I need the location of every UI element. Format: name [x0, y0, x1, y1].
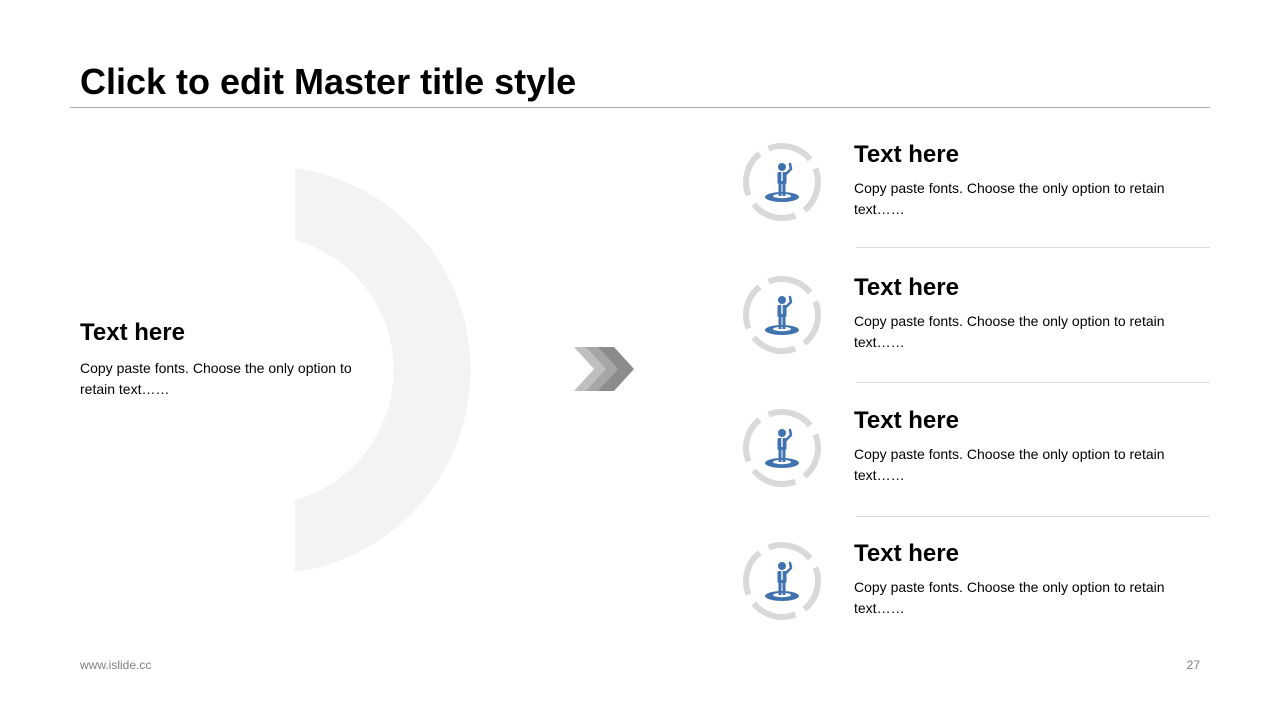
item-text: Text here Copy paste fonts. Choose the o… — [854, 140, 1194, 220]
person-icon — [743, 409, 821, 487]
left-body: Copy paste fonts. Choose the only option… — [80, 360, 352, 397]
item-text: Text here Copy paste fonts. Choose the o… — [854, 406, 1194, 486]
list-item: Text here Copy paste fonts. Choose the o… — [740, 406, 1210, 518]
item-text: Text here Copy paste fonts. Choose the o… — [854, 539, 1194, 619]
item-body: Copy paste fonts. Choose the only option… — [854, 313, 1165, 350]
left-text-block: Text here Copy paste fonts. Choose the o… — [80, 318, 390, 400]
item-heading: Text here — [854, 407, 959, 434]
page-number: 27 — [1186, 658, 1200, 672]
item-body: Copy paste fonts. Choose the only option… — [854, 180, 1165, 217]
item-heading: Text here — [854, 141, 959, 168]
chevron-arrows-icon — [574, 347, 634, 391]
item-divider — [856, 516, 1210, 517]
item-body: Copy paste fonts. Choose the only option… — [854, 446, 1165, 483]
slide-title: Click to edit Master title style — [80, 61, 577, 102]
item-divider — [856, 247, 1210, 248]
item-heading: Text here — [854, 274, 959, 301]
person-icon — [743, 276, 821, 354]
item-text: Text here Copy paste fonts. Choose the o… — [854, 273, 1194, 353]
item-heading: Text here — [854, 540, 959, 567]
list-item: Text here Copy paste fonts. Choose the o… — [740, 273, 1210, 385]
item-body: Copy paste fonts. Choose the only option… — [854, 579, 1165, 616]
person-icon — [743, 143, 821, 221]
title-divider — [70, 107, 1210, 108]
item-divider — [856, 382, 1210, 383]
list-item: Text here Copy paste fonts. Choose the o… — [740, 140, 1210, 252]
left-heading: Text here — [80, 319, 185, 346]
list-item: Text here Copy paste fonts. Choose the o… — [740, 539, 1210, 651]
footer-url: www.islide.cc — [80, 658, 152, 672]
person-icon — [743, 542, 821, 620]
